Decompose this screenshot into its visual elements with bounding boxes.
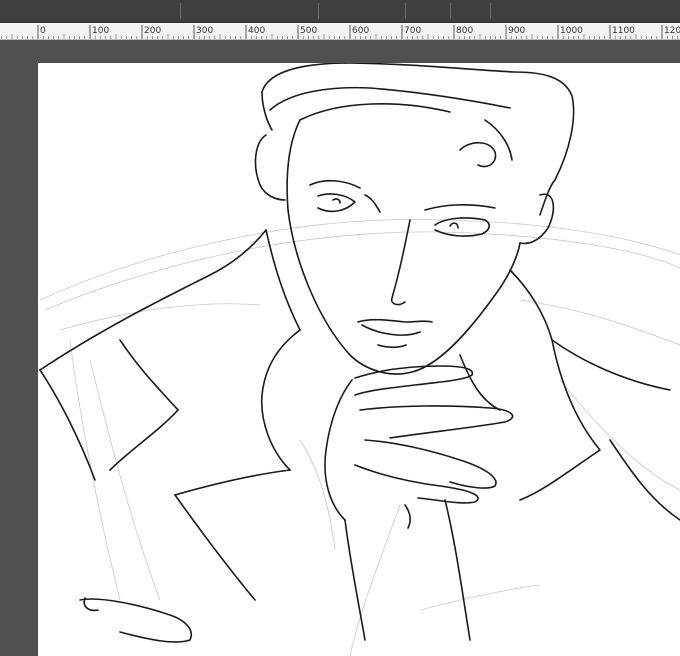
horizontal-ruler[interactable]: 0 100 200 300 400 500 600 700 800 900 1000 1100 1200 — [0, 23, 680, 40]
line-art-illustration — [39, 63, 680, 656]
toolbar-divider — [318, 3, 319, 19]
ruler-tick-label: 100 — [92, 26, 109, 36]
ruler-tick-label: 400 — [248, 26, 265, 36]
toolbar-divider — [490, 3, 491, 19]
ruler-tick-label: 600 — [352, 26, 369, 36]
ruler-ticks: 0 100 200 300 400 500 600 700 800 900 1000 1100 1200 — [1, 25, 680, 39]
ruler-tick-label: 1000 — [560, 26, 583, 36]
drawing-paper[interactable] — [38, 63, 680, 656]
ruler-tick-label: 800 — [456, 26, 473, 36]
top-toolbar — [0, 0, 680, 23]
toolbar-divider — [405, 3, 406, 19]
drawing-app-window: 0 100 200 300 400 500 600 700 800 900 1000 1100 1200 — [0, 0, 680, 656]
ruler-tick-label: 900 — [508, 26, 525, 36]
ruler-tick-label: 300 — [196, 26, 213, 36]
ruler-tick-label: 1100 — [612, 26, 635, 36]
ruler-tick-label: 0 — [40, 26, 46, 36]
ruler-tick-label: 200 — [144, 26, 161, 36]
ruler-tick-label: 1200 — [664, 26, 680, 36]
ruler-tick-label: 700 — [404, 26, 421, 36]
toolbar-divider — [450, 3, 451, 19]
ruler-tick-label: 500 — [300, 26, 317, 36]
ink-line-art — [39, 63, 680, 643]
rough-sketch-lines — [39, 219, 680, 656]
toolbar-divider — [180, 3, 181, 19]
canvas-workspace[interactable] — [0, 40, 680, 656]
